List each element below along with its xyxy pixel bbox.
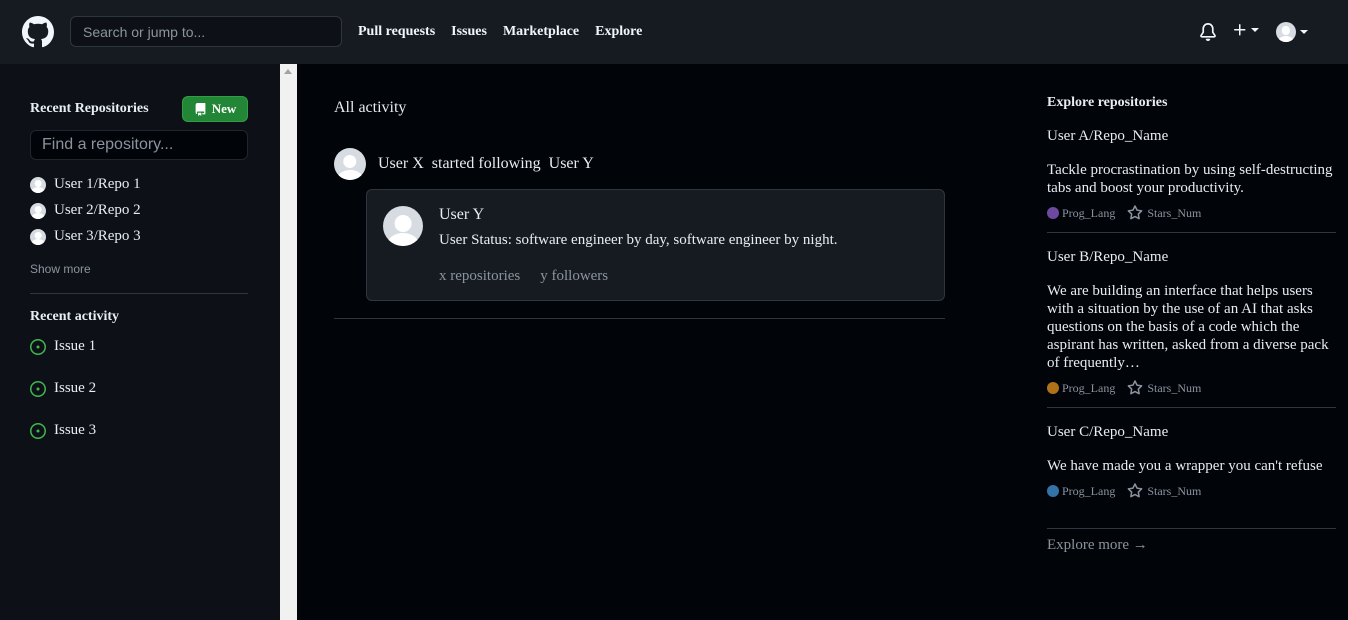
sidebar-divider: [30, 293, 248, 294]
target-user-link[interactable]: User Y: [549, 155, 594, 172]
issue-link[interactable]: Issue 3: [54, 422, 96, 439]
explore-repo-meta: Prog_Lang Stars_Num: [1047, 205, 1336, 221]
show-more-button[interactable]: Show more: [30, 262, 91, 276]
header-nav: Pull requests Issues Marketplace Explore: [358, 24, 642, 40]
github-logo-icon[interactable]: [22, 16, 54, 48]
language-color-dot: [1047, 207, 1059, 219]
language-color-dot: [1047, 382, 1059, 394]
explore-repo-item: User A/Repo_Name Tackle procrastination …: [1047, 128, 1336, 221]
explore-repo-name[interactable]: User C/Repo_Name: [1047, 424, 1336, 441]
top-header: Pull requests Issues Marketplace Explore: [0, 0, 1348, 64]
nav-issues[interactable]: Issues: [451, 24, 487, 40]
nav-marketplace[interactable]: Marketplace: [503, 24, 579, 40]
nav-explore[interactable]: Explore: [595, 24, 642, 40]
all-activity-title: All activity: [334, 99, 407, 116]
explore-repo-description: Tackle procrastination by using self-des…: [1047, 162, 1333, 196]
repo-link[interactable]: User 2/Repo 2: [54, 202, 141, 219]
scroll-up-arrow-icon[interactable]: [284, 69, 292, 74]
repositories-count: x repositories: [439, 268, 521, 284]
explore-repo-meta: Prog_Lang Stars_Num: [1047, 380, 1336, 396]
user-card: User Y User Status: software engineer by…: [366, 189, 945, 301]
sidebar-repo-item[interactable]: User 2/Repo 2: [30, 202, 141, 219]
avatar[interactable]: [383, 206, 423, 246]
card-user-meta: x repositories y followers: [439, 268, 608, 285]
issue-opened-icon: [30, 338, 46, 355]
new-button-label: New: [211, 101, 237, 116]
repo-stars[interactable]: Stars_Num: [1147, 484, 1201, 499]
repo-link[interactable]: User 1/Repo 1: [54, 176, 141, 193]
avatar: [30, 202, 46, 219]
sidebar-repo-item[interactable]: User 1/Repo 1: [30, 176, 141, 193]
explore-divider: [1047, 232, 1336, 233]
explore-divider: [1047, 407, 1336, 408]
avatar[interactable]: [334, 148, 366, 180]
issue-opened-icon: [30, 422, 46, 439]
actor-link[interactable]: User X: [378, 155, 424, 172]
star-icon[interactable]: [1127, 483, 1143, 499]
issue-opened-icon: [30, 380, 46, 397]
find-repository-input[interactable]: [30, 130, 248, 160]
explore-repositories-title: Explore repositories: [1047, 95, 1168, 110]
card-user-status: User Status: software engineer by day, s…: [439, 232, 838, 248]
explore-repo-meta: Prog_Lang Stars_Num: [1047, 483, 1336, 499]
user-menu[interactable]: [1276, 22, 1308, 42]
chevron-down-icon: [1251, 28, 1259, 32]
explore-repo-description: We have made you a wrapper you can't ref…: [1047, 458, 1323, 474]
explore-repo-name[interactable]: User A/Repo_Name: [1047, 128, 1336, 145]
repo-language: Prog_Lang: [1062, 380, 1116, 395]
explore-repo-name[interactable]: User B/Repo_Name: [1047, 249, 1336, 266]
bell-icon[interactable]: [1199, 23, 1217, 41]
explore-repo-description: We are building an interface that helps …: [1047, 283, 1329, 371]
explore-repo-item: User C/Repo_Name We have made you a wrap…: [1047, 424, 1336, 499]
card-user-name[interactable]: User Y: [439, 206, 484, 224]
recent-activity-title: Recent activity: [30, 309, 120, 324]
recent-activity-item[interactable]: Issue 2: [30, 380, 96, 397]
issue-link[interactable]: Issue 1: [54, 338, 96, 355]
recent-activity-item[interactable]: Issue 3: [30, 422, 96, 439]
avatar: [30, 228, 46, 245]
create-new-menu[interactable]: [1232, 22, 1259, 38]
repo-icon: [195, 102, 206, 116]
avatar: [30, 176, 46, 193]
new-repo-button[interactable]: New: [182, 96, 248, 122]
issue-link[interactable]: Issue 2: [54, 380, 96, 397]
sidebar-repo-item[interactable]: User 3/Repo 3: [30, 228, 141, 245]
followers-count: y followers: [540, 268, 609, 284]
explore-more-link[interactable]: Explore more →: [1047, 537, 1148, 554]
repo-stars[interactable]: Stars_Num: [1147, 206, 1201, 221]
explore-repo-item: User B/Repo_Name We are building an inte…: [1047, 249, 1336, 396]
feed-divider: [334, 318, 945, 319]
event-action: started following: [431, 155, 541, 172]
explore-divider: [1047, 528, 1336, 529]
repo-language: Prog_Lang: [1062, 205, 1116, 220]
star-icon[interactable]: [1127, 380, 1143, 396]
chevron-down-icon: [1300, 30, 1308, 34]
repo-language: Prog_Lang: [1062, 483, 1116, 498]
star-icon[interactable]: [1127, 205, 1143, 221]
nav-pull-requests[interactable]: Pull requests: [358, 24, 435, 40]
sidebar-scrollbar[interactable]: [280, 64, 297, 620]
avatar: [1276, 22, 1296, 42]
language-color-dot: [1047, 485, 1059, 497]
plus-icon: [1234, 24, 1246, 36]
repo-stars[interactable]: Stars_Num: [1147, 381, 1201, 396]
recent-repositories-title: Recent Repositories: [30, 101, 149, 116]
repo-link[interactable]: User 3/Repo 3: [54, 228, 141, 245]
recent-activity-item[interactable]: Issue 1: [30, 338, 96, 355]
search-input[interactable]: [70, 16, 342, 47]
left-sidebar: Recent Repositories New User 1/Repo 1 Us…: [0, 64, 280, 620]
feed-event-line: User X started following User Y: [378, 155, 594, 173]
